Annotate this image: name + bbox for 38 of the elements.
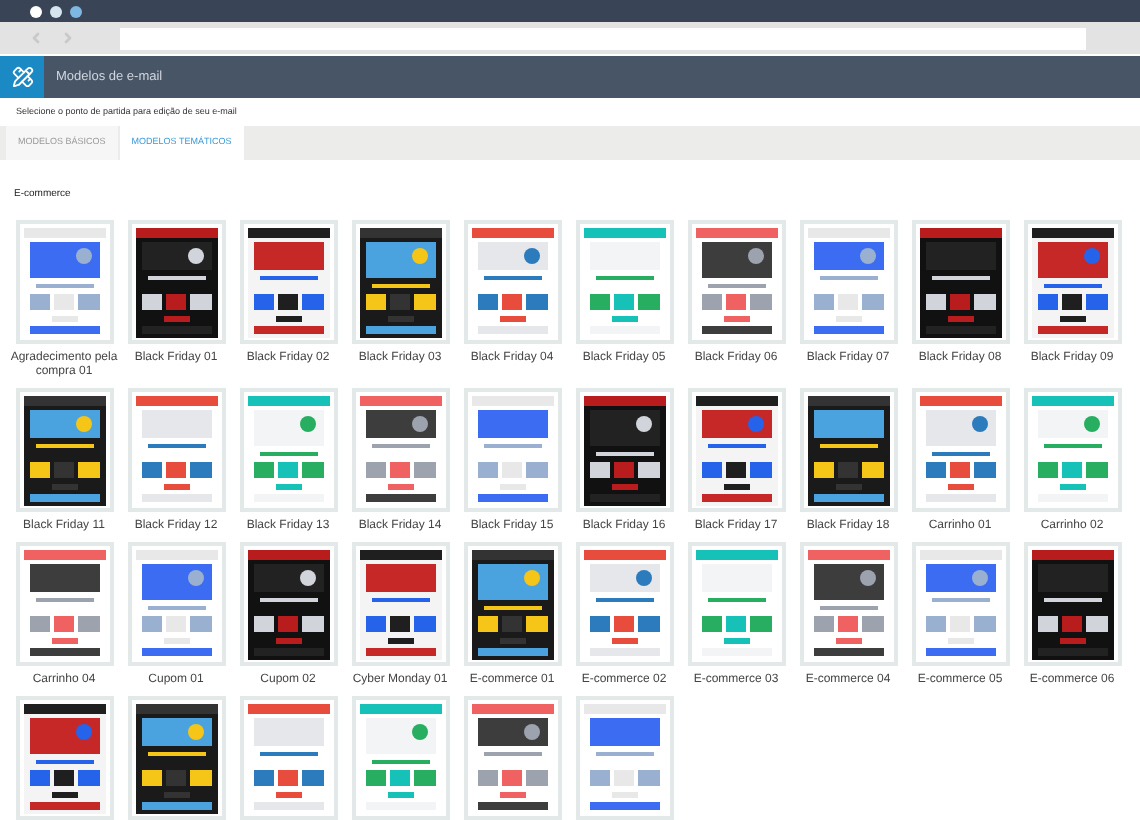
template-thumbnail[interactable] bbox=[799, 388, 897, 513]
pencil-ruler-icon bbox=[11, 66, 33, 89]
template-thumbnail[interactable] bbox=[687, 388, 785, 513]
template-thumbnail[interactable] bbox=[575, 696, 673, 820]
template-thumbnail[interactable] bbox=[239, 388, 337, 513]
template-thumbnail[interactable] bbox=[687, 220, 785, 345]
template-thumbnail[interactable] bbox=[127, 220, 225, 345]
template-thumbnail[interactable] bbox=[351, 220, 449, 345]
template-thumbnail[interactable] bbox=[911, 542, 1009, 667]
template-thumbnail[interactable] bbox=[463, 696, 561, 820]
template-thumbnail[interactable] bbox=[351, 388, 449, 513]
template-thumbnail[interactable] bbox=[575, 388, 673, 513]
template-thumbnail[interactable] bbox=[239, 542, 337, 667]
template-thumbnail[interactable] bbox=[127, 696, 225, 820]
template-thumbnail[interactable] bbox=[15, 696, 113, 820]
template-thumbnail[interactable] bbox=[911, 388, 1009, 513]
template-thumbnail[interactable] bbox=[911, 220, 1009, 345]
template-thumbnail[interactable] bbox=[15, 542, 113, 667]
template-thumbnail[interactable] bbox=[463, 542, 561, 667]
template-thumbnail[interactable] bbox=[1023, 388, 1121, 513]
template-thumbnail[interactable] bbox=[463, 388, 561, 513]
template-thumbnail[interactable] bbox=[239, 220, 337, 345]
template-thumbnail[interactable] bbox=[239, 696, 337, 820]
template-thumbnail[interactable] bbox=[463, 220, 561, 345]
template-thumbnail[interactable] bbox=[127, 388, 225, 513]
address-field[interactable] bbox=[120, 27, 1086, 50]
template-thumbnail[interactable] bbox=[15, 388, 113, 513]
template-thumbnail[interactable] bbox=[799, 542, 897, 667]
template-thumbnail[interactable] bbox=[575, 542, 673, 667]
template-thumbnail[interactable] bbox=[575, 220, 673, 345]
template-thumbnail[interactable] bbox=[1023, 542, 1121, 667]
template-thumbnail[interactable] bbox=[351, 696, 449, 820]
template-thumbnail[interactable] bbox=[15, 220, 113, 345]
template-thumbnail[interactable] bbox=[687, 542, 785, 667]
template-thumbnail[interactable] bbox=[351, 542, 449, 667]
template-thumbnail[interactable] bbox=[799, 220, 897, 345]
template-thumbnail[interactable] bbox=[1023, 220, 1121, 345]
template-thumbnail[interactable] bbox=[127, 542, 225, 667]
